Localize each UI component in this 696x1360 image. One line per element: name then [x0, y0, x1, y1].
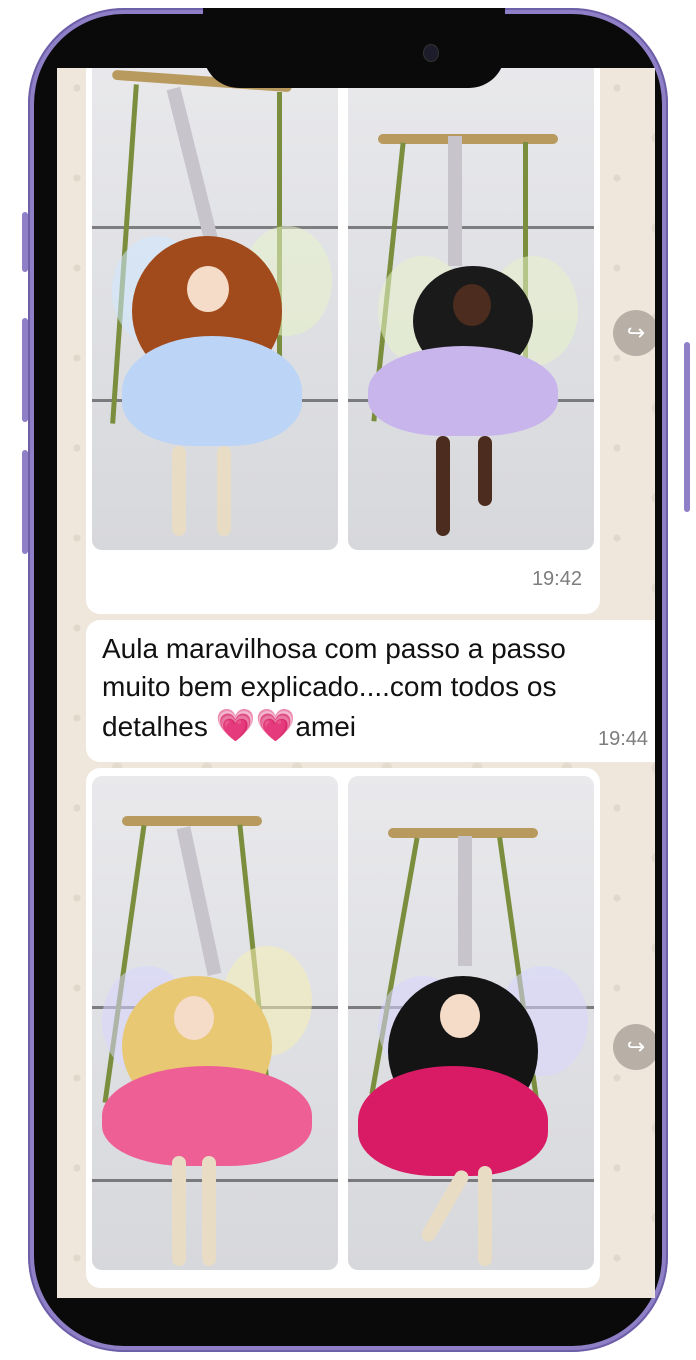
chat-screen: 19:42 Aula maravilhosa com passo a passo…	[57, 68, 655, 1298]
message-line-1: Aula maravilhosa com passo a passo	[102, 633, 566, 664]
image-message-bubble[interactable]	[86, 768, 600, 1288]
message-line-3-suffix: amei	[295, 711, 357, 742]
doll-photo-black-hair-red[interactable]	[348, 776, 594, 1270]
message-line-3: detalhes 💗💗amei	[102, 706, 356, 746]
heart-emoji: 💗💗	[215, 707, 296, 743]
power-button	[684, 342, 690, 512]
doll-photo-purple-dress[interactable]	[348, 68, 594, 550]
message-time: 19:44	[598, 728, 649, 750]
volume-down-button	[22, 450, 28, 554]
doll-photo-blonde-pink[interactable]	[92, 776, 338, 1270]
mute-switch	[22, 212, 28, 272]
message-line-2: muito bem explicado....com todos os	[102, 671, 557, 702]
front-camera	[423, 44, 439, 62]
phone-notch	[203, 8, 505, 88]
image-message-bubble[interactable]: 19:42	[86, 68, 600, 614]
forward-icon[interactable]: ↪	[613, 1024, 655, 1070]
message-time: 19:42	[531, 568, 582, 590]
forward-icon[interactable]: ↪	[613, 310, 655, 356]
volume-up-button	[22, 318, 28, 422]
message-line-3-prefix: detalhes	[102, 711, 216, 742]
doll-photo-red-hair[interactable]	[92, 68, 338, 550]
text-message-bubble[interactable]: Aula maravilhosa com passo a passo muito…	[86, 620, 655, 762]
